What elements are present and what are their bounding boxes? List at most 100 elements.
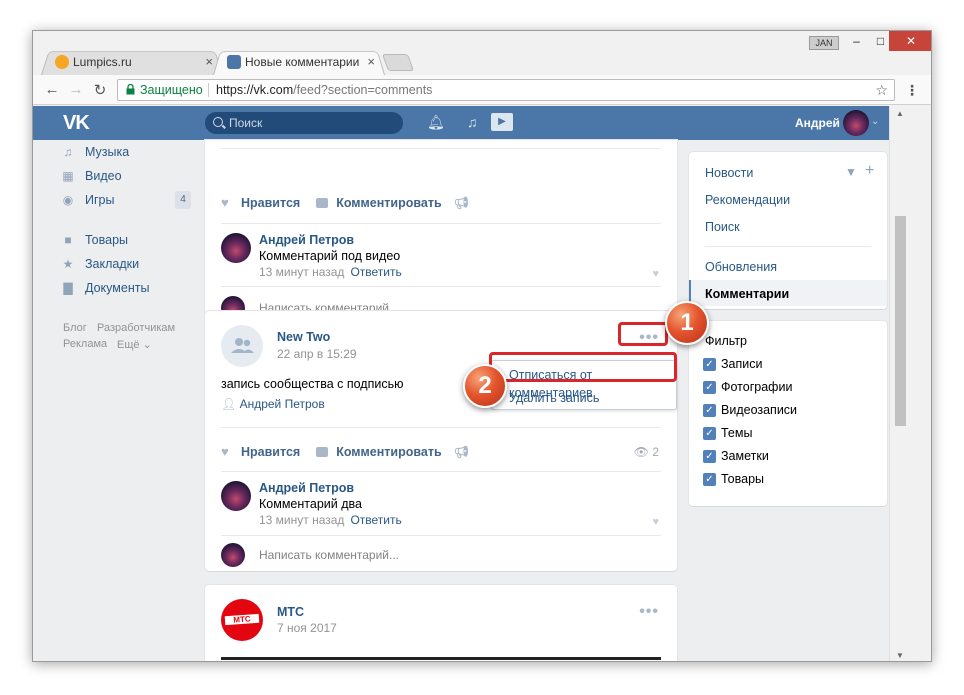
comment-button[interactable]: Комментировать bbox=[336, 445, 441, 459]
close-window-button[interactable]: ✕ bbox=[889, 31, 931, 51]
scroll-up-arrow-icon[interactable]: ▲ bbox=[896, 109, 904, 118]
filter-label: Записи bbox=[721, 357, 763, 371]
back-arrow-icon[interactable]: ← bbox=[43, 81, 61, 98]
reload-icon[interactable]: ↻ bbox=[91, 81, 109, 99]
documents-icon: ▇ bbox=[63, 281, 73, 295]
post-more-dots-icon[interactable]: ••• bbox=[639, 603, 659, 621]
rightnav-item-comments[interactable]: Комментарии bbox=[705, 287, 789, 301]
like-heart-icon[interactable]: ♥ bbox=[221, 445, 234, 458]
post-signature[interactable]: 👤︎ Андрей Петров bbox=[221, 397, 325, 411]
lock-icon bbox=[126, 84, 135, 95]
post-media[interactable] bbox=[221, 657, 661, 660]
divider bbox=[221, 427, 661, 428]
tab-new-comments[interactable]: Новые комментарии × bbox=[213, 49, 385, 75]
music-icon: ♫ bbox=[63, 145, 73, 159]
video-play-icon[interactable]: ▶ bbox=[491, 113, 513, 131]
footer-link-ads[interactable]: Реклама bbox=[63, 338, 107, 350]
reply-link[interactable]: Ответить bbox=[350, 513, 401, 527]
scroll-down-arrow-icon[interactable]: ▼ bbox=[896, 651, 904, 660]
browser-menu-icon[interactable]: ⋮ bbox=[905, 82, 919, 99]
comment-like-heart-icon[interactable]: ♥ bbox=[652, 268, 659, 280]
rightnav-item-updates[interactable]: Обновления bbox=[705, 260, 777, 274]
post-author[interactable]: МТС bbox=[277, 605, 304, 619]
comment-avatar[interactable] bbox=[221, 233, 251, 263]
footer-link-blog[interactable]: Блог bbox=[63, 322, 87, 334]
chevron-down-icon[interactable]: ⌄ bbox=[871, 116, 879, 127]
profile-badge[interactable]: JAN bbox=[809, 36, 839, 50]
like-button[interactable]: Нравится bbox=[241, 196, 300, 210]
checkbox-photos[interactable]: ✓ bbox=[703, 381, 716, 394]
plus-icon[interactable]: + bbox=[865, 162, 874, 180]
rightnav-item-news[interactable]: Новости bbox=[705, 166, 753, 180]
post-date[interactable]: 22 апр в 15:29 bbox=[277, 347, 357, 361]
community-group-icon bbox=[231, 338, 254, 353]
community-avatar[interactable] bbox=[221, 325, 263, 367]
footer-link-more[interactable]: Ещё ⌄ bbox=[117, 338, 152, 351]
rightnav-item-search[interactable]: Поиск bbox=[705, 220, 740, 234]
comment-author[interactable]: Андрей Петров bbox=[259, 481, 354, 495]
share-megaphone-icon[interactable]: 📢︎ bbox=[454, 445, 469, 459]
filter-panel: Фильтр ✓ Записи ✓ Фотографии ✓ Видеозаписи … bbox=[689, 321, 887, 506]
mts-logo-text: МТС bbox=[224, 613, 260, 626]
filter-icon[interactable]: ▼ bbox=[845, 165, 857, 179]
comment-meta: 13 минут назад Ответить bbox=[259, 265, 402, 279]
post-author[interactable]: New Two bbox=[277, 330, 330, 344]
rightnav-item-recommendations[interactable]: Рекомендации bbox=[705, 193, 790, 207]
checkbox-goods[interactable]: ✓ bbox=[703, 473, 716, 486]
forward-arrow-icon[interactable]: → bbox=[67, 81, 85, 98]
filter-label: Заметки bbox=[721, 449, 769, 463]
sidebar-item-documents[interactable]: ▇ Документы bbox=[61, 278, 149, 298]
post-card: ♥ Нравится Комментировать 📢︎ Андрей Петр… bbox=[205, 140, 677, 327]
like-button[interactable]: Нравится bbox=[241, 445, 300, 459]
comment-like-heart-icon[interactable]: ♥ bbox=[652, 516, 659, 528]
vk-logo[interactable]: VK bbox=[63, 112, 90, 135]
sidebar-item-goods[interactable]: ■ Товары bbox=[61, 230, 128, 250]
checkbox-records[interactable]: ✓ bbox=[703, 358, 716, 371]
sidebar-item-music[interactable]: ♫ Музыка bbox=[61, 142, 130, 162]
minimize-button[interactable]: – bbox=[843, 31, 870, 51]
comment-author[interactable]: Андрей Петров bbox=[259, 233, 354, 247]
sidebar-item-bookmarks[interactable]: ★ Закладки bbox=[61, 254, 140, 274]
address-bar[interactable]: Защищено https://vk.com/feed?section=com… bbox=[117, 79, 895, 101]
sidebar-item-games[interactable]: ◉ Игры bbox=[61, 190, 115, 210]
user-avatar[interactable] bbox=[843, 110, 869, 136]
write-comment-input[interactable]: Написать комментарий... bbox=[259, 548, 399, 562]
delete-post-item[interactable]: Удалить запись bbox=[509, 389, 599, 407]
new-tab-button[interactable] bbox=[381, 54, 415, 71]
reply-link[interactable]: Ответить bbox=[350, 265, 401, 279]
close-tab-icon[interactable]: × bbox=[205, 54, 213, 69]
user-name[interactable]: Андрей bbox=[795, 116, 840, 130]
tab-lumpics[interactable]: Lumpics.ru × bbox=[41, 49, 223, 75]
music-note-icon[interactable]: ♫ bbox=[467, 114, 478, 130]
comment-meta: 13 минут назад Ответить bbox=[259, 513, 402, 527]
filter-label: Товары bbox=[721, 472, 764, 486]
checkbox-notes[interactable]: ✓ bbox=[703, 450, 716, 463]
post-actions: ♥ Нравится Комментировать 📢︎ bbox=[221, 442, 469, 462]
checkbox-topics[interactable]: ✓ bbox=[703, 427, 716, 440]
page-scrollbar[interactable]: ▲ ▼ bbox=[889, 106, 911, 661]
mts-avatar[interactable]: МТС bbox=[221, 599, 263, 641]
footer-link-dev[interactable]: Разработчикам bbox=[97, 322, 175, 334]
games-icon: ◉ bbox=[62, 193, 74, 207]
highlight-dots bbox=[618, 322, 668, 346]
right-nav-menu: Новости ▼ + Рекомендации Поиск Обновлени… bbox=[689, 152, 887, 309]
comment-button[interactable]: Комментировать bbox=[336, 196, 441, 210]
share-megaphone-icon[interactable]: 📢︎ bbox=[454, 196, 469, 210]
filter-label: Фотографии bbox=[721, 380, 793, 394]
checkbox-videos[interactable]: ✓ bbox=[703, 404, 716, 417]
comment-text: Комментарий под видео bbox=[259, 249, 401, 263]
close-tab-icon[interactable]: × bbox=[367, 54, 375, 69]
comment-bubble-icon bbox=[316, 198, 329, 208]
scroll-thumb[interactable] bbox=[895, 216, 906, 426]
comment-avatar[interactable] bbox=[221, 481, 251, 511]
post-date[interactable]: 7 ноя 2017 bbox=[277, 621, 337, 635]
comment-bubble-icon bbox=[316, 447, 329, 457]
sidebar-item-video[interactable]: ▦ Видео bbox=[61, 166, 121, 186]
like-heart-icon[interactable]: ♥ bbox=[221, 196, 234, 209]
search-input[interactable]: Поиск bbox=[205, 112, 403, 134]
callout-1: 1 bbox=[665, 301, 709, 345]
bookmark-star-icon[interactable]: ☆ bbox=[875, 80, 888, 100]
url-text: https://vk.com/feed?section=comments bbox=[216, 83, 433, 97]
divider bbox=[221, 286, 661, 287]
bell-icon[interactable]: 🔔︎ bbox=[427, 114, 445, 131]
